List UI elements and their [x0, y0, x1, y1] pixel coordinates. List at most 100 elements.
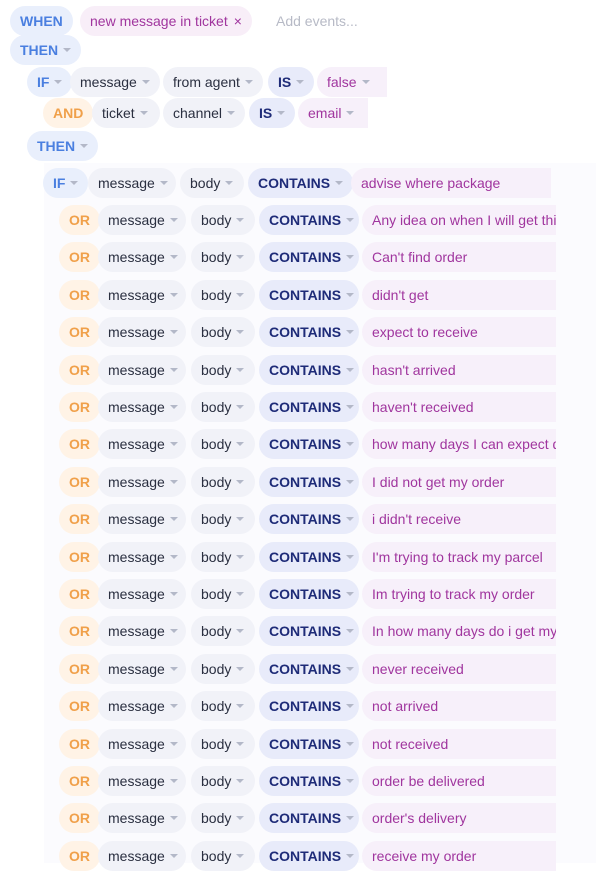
- field1-select[interactable]: message: [98, 317, 186, 347]
- or-keyword[interactable]: OR: [59, 691, 100, 721]
- or-keyword[interactable]: OR: [59, 205, 100, 235]
- operator-select[interactable]: IS: [249, 98, 296, 128]
- or-keyword[interactable]: OR: [59, 504, 100, 534]
- value-field[interactable]: In how many days do i get my: [362, 616, 556, 646]
- field2-select[interactable]: body: [191, 205, 255, 235]
- operator-select[interactable]: CONTAINS: [259, 242, 359, 272]
- field1-select[interactable]: message: [98, 654, 186, 684]
- field1-select[interactable]: message: [98, 504, 186, 534]
- value-field[interactable]: Can't find order: [362, 242, 556, 272]
- field1-select[interactable]: message: [98, 579, 186, 609]
- operator-select[interactable]: CONTAINS: [259, 579, 359, 609]
- field1-select[interactable]: message: [98, 205, 186, 235]
- field1-select[interactable]: message: [98, 280, 186, 310]
- or-keyword[interactable]: OR: [59, 542, 100, 572]
- field2-select[interactable]: channel: [163, 98, 245, 128]
- operator-select[interactable]: CONTAINS: [259, 504, 359, 534]
- operator-select[interactable]: CONTAINS: [259, 803, 359, 833]
- field1-select[interactable]: message: [98, 841, 186, 871]
- field2-select[interactable]: body: [191, 317, 255, 347]
- operator-select[interactable]: CONTAINS: [259, 280, 359, 310]
- field1-select[interactable]: message: [98, 542, 186, 572]
- value-field[interactable]: never received: [362, 654, 556, 684]
- value-field[interactable]: not received: [362, 729, 556, 759]
- value-field[interactable]: how many days I can expect d: [362, 429, 556, 459]
- field1-select[interactable]: message: [98, 729, 186, 759]
- field1-select[interactable]: message: [98, 355, 186, 385]
- field1-select[interactable]: ticket: [92, 98, 160, 128]
- remove-event-icon[interactable]: ×: [234, 13, 242, 29]
- or-keyword[interactable]: OR: [59, 579, 100, 609]
- field2-select[interactable]: body: [191, 654, 255, 684]
- operator-select[interactable]: CONTAINS: [259, 467, 359, 497]
- operator-select[interactable]: CONTAINS: [259, 355, 359, 385]
- operator-select[interactable]: CONTAINS: [259, 654, 359, 684]
- field2-select[interactable]: body: [191, 803, 255, 833]
- value-field[interactable]: expect to receive: [362, 317, 556, 347]
- event-tag[interactable]: new message in ticket ×: [80, 6, 252, 36]
- value-field[interactable]: haven't received: [362, 392, 556, 422]
- or-keyword[interactable]: OR: [59, 803, 100, 833]
- operator-select[interactable]: CONTAINS: [259, 542, 359, 572]
- field2-select[interactable]: body: [191, 579, 255, 609]
- or-keyword[interactable]: OR: [59, 392, 100, 422]
- value-field[interactable]: not arrived: [362, 691, 556, 721]
- field1-select[interactable]: message: [98, 766, 186, 796]
- operator-select[interactable]: CONTAINS: [259, 729, 359, 759]
- value-field[interactable]: i didn't receive: [362, 504, 556, 534]
- operator-select[interactable]: CONTAINS: [259, 841, 359, 871]
- value-field[interactable]: order be delivered: [362, 766, 556, 796]
- field2-select[interactable]: body: [191, 766, 255, 796]
- or-keyword[interactable]: OR: [59, 766, 100, 796]
- field2-select[interactable]: body: [191, 242, 255, 272]
- field2-select[interactable]: body: [191, 504, 255, 534]
- or-keyword[interactable]: OR: [59, 242, 100, 272]
- field2-select[interactable]: body: [191, 729, 255, 759]
- value-field[interactable]: hasn't arrived: [362, 355, 556, 385]
- or-keyword[interactable]: OR: [59, 729, 100, 759]
- field2-select[interactable]: body: [191, 392, 255, 422]
- field2-select[interactable]: body: [191, 429, 255, 459]
- and-keyword[interactable]: AND: [43, 98, 94, 128]
- field2-select[interactable]: from agent: [163, 67, 263, 97]
- operator-select[interactable]: CONTAINS: [259, 766, 359, 796]
- field1-select[interactable]: message: [98, 242, 186, 272]
- if-keyword[interactable]: IF: [27, 67, 73, 97]
- or-keyword[interactable]: OR: [59, 317, 100, 347]
- field1-select[interactable]: message: [88, 168, 176, 198]
- or-keyword[interactable]: OR: [59, 355, 100, 385]
- nested-then-keyword[interactable]: THEN: [27, 131, 99, 161]
- value-field[interactable]: advise where package: [351, 168, 551, 198]
- or-keyword[interactable]: OR: [59, 841, 100, 871]
- or-keyword[interactable]: OR: [59, 654, 100, 684]
- field2-select[interactable]: body: [191, 616, 255, 646]
- then-keyword[interactable]: THEN: [10, 35, 82, 65]
- or-keyword[interactable]: OR: [59, 280, 100, 310]
- value-field[interactable]: I did not get my order: [362, 467, 556, 497]
- operator-select[interactable]: CONTAINS: [259, 317, 359, 347]
- value-field[interactable]: email: [298, 98, 368, 128]
- or-keyword[interactable]: OR: [59, 467, 100, 497]
- operator-select[interactable]: IS: [268, 67, 315, 97]
- value-field[interactable]: false: [317, 67, 387, 97]
- field2-select[interactable]: body: [191, 280, 255, 310]
- field1-select[interactable]: message: [98, 429, 186, 459]
- add-events-input[interactable]: Add events...: [266, 6, 368, 36]
- field2-select[interactable]: body: [191, 542, 255, 572]
- value-field[interactable]: Im trying to track my order: [362, 579, 556, 609]
- if-keyword[interactable]: IF: [43, 168, 89, 198]
- operator-select[interactable]: CONTAINS: [259, 691, 359, 721]
- field1-select[interactable]: message: [70, 67, 160, 97]
- or-keyword[interactable]: OR: [59, 616, 100, 646]
- field2-select[interactable]: body: [191, 841, 255, 871]
- field1-select[interactable]: message: [98, 803, 186, 833]
- operator-select[interactable]: CONTAINS: [248, 168, 354, 198]
- value-field[interactable]: receive my order: [362, 841, 556, 871]
- operator-select[interactable]: CONTAINS: [259, 392, 359, 422]
- operator-select[interactable]: CONTAINS: [259, 429, 359, 459]
- value-field[interactable]: didn't get: [362, 280, 556, 310]
- value-field[interactable]: I'm trying to track my parcel: [362, 542, 556, 572]
- or-keyword[interactable]: OR: [59, 429, 100, 459]
- field2-select[interactable]: body: [180, 168, 244, 198]
- operator-select[interactable]: CONTAINS: [259, 205, 359, 235]
